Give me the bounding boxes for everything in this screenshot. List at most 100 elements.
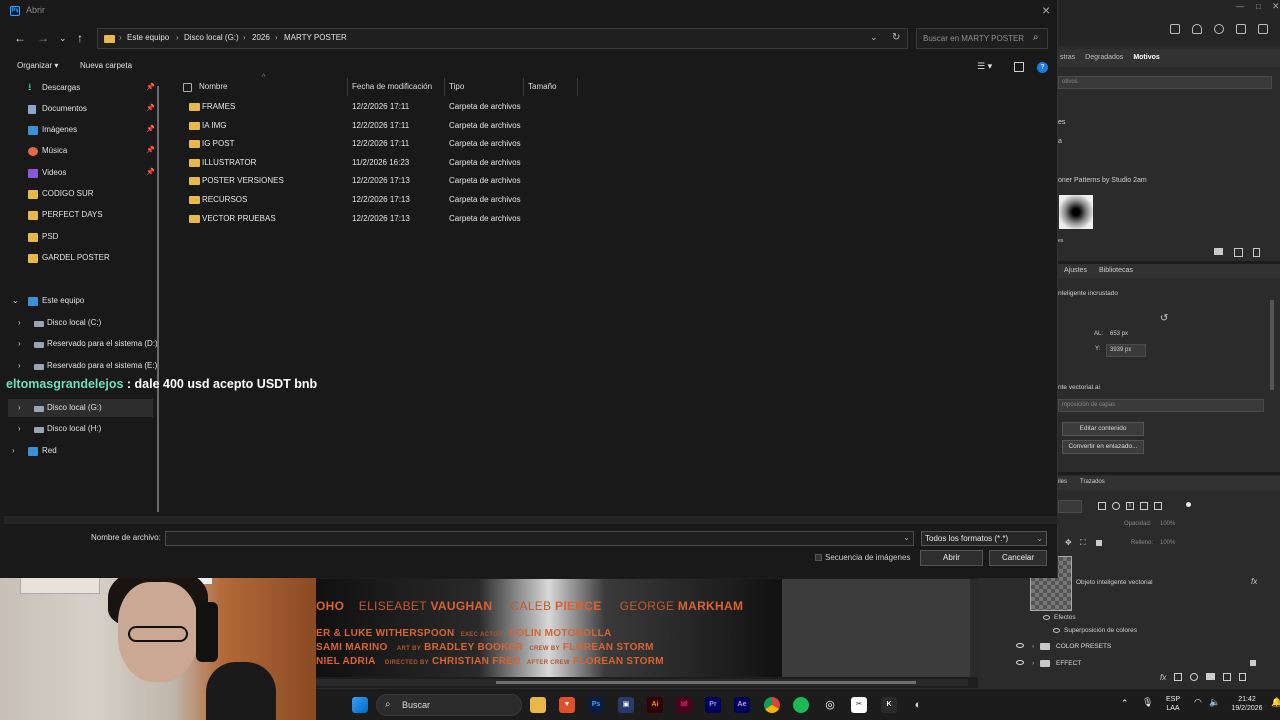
sidebar-scrollbar[interactable] (157, 86, 159, 512)
maximize-icon[interactable]: □ (1256, 2, 1261, 11)
select-all-checkbox[interactable] (183, 83, 192, 92)
sidebar-item-this-pc[interactable]: ⌄ Este equipo (8, 292, 158, 310)
open-button[interactable]: Abrir (920, 550, 983, 566)
breadcrumb-item[interactable]: 2026 (252, 33, 270, 42)
chevron-right-icon[interactable]: › (18, 314, 21, 332)
help-icon[interactable]: ? (1037, 62, 1048, 73)
lock-artboard-icon[interactable]: ⛶ (1080, 538, 1086, 548)
search-input[interactable]: Buscar en MARTY POSTER ⌕ (916, 28, 1048, 49)
column-divider[interactable] (347, 78, 348, 96)
lock-position-icon[interactable]: ✥ (1065, 538, 1072, 547)
smart-filter-icon[interactable] (1154, 502, 1162, 510)
eye-icon[interactable] (1016, 643, 1024, 648)
layer-filter-select[interactable] (1058, 500, 1082, 513)
sidebar-item-network[interactable]: › Red (8, 442, 158, 460)
sidebar-item-pictures[interactable]: Imágenes 📌 (28, 121, 158, 139)
after-effects-app-icon[interactable]: Ae (734, 697, 750, 713)
preview-pane-icon[interactable] (1014, 62, 1024, 72)
chrome-app-icon[interactable] (764, 697, 780, 713)
tray-chevron-icon[interactable]: ⌃ (1121, 699, 1129, 708)
tab-gradients[interactable]: Degradados (1085, 49, 1123, 67)
pixel-filter-icon[interactable] (1098, 502, 1106, 510)
layer-group-row[interactable]: › COLOR PRESETS (1010, 638, 1280, 655)
tab-libraries[interactable]: Bibliotecas (1099, 267, 1133, 274)
convert-linked-button[interactable]: Convertir en enlazado... (1062, 440, 1144, 454)
color-overlay-effect[interactable]: Superposición de colores (1064, 627, 1137, 634)
add-mask-icon[interactable] (1174, 673, 1183, 681)
new-group-icon[interactable] (1206, 673, 1216, 680)
fill-value[interactable]: 100% (1160, 540, 1175, 546)
pattern-thumbnail[interactable] (1059, 195, 1093, 229)
properties-scrollbar[interactable] (1270, 300, 1274, 390)
clock[interactable]: 21:42 19/2/2026 (1228, 695, 1266, 713)
language-indicator[interactable]: ESP LAA (1162, 695, 1184, 713)
eye-icon[interactable] (1053, 628, 1060, 633)
shape-filter-icon[interactable] (1140, 502, 1148, 510)
file-row[interactable]: IG POST 12/2/2026 17:11 Carpeta de archi… (166, 135, 586, 153)
pattern-set-title[interactable]: oner Patterns by Studio 2am (1058, 177, 1147, 184)
file-type-filter[interactable]: Todos los formatos (*.*) ⌄ (921, 531, 1047, 546)
adjustment-layer-icon[interactable] (1190, 673, 1199, 681)
sidebar-item-drive-selected[interactable]: › Disco local (G:) (8, 399, 153, 417)
sidebar-item-music[interactable]: Música 📌 (28, 142, 158, 160)
column-divider[interactable] (523, 78, 524, 96)
chevron-right-icon[interactable]: › (12, 442, 15, 460)
reset-transform-icon[interactable]: ↺ (1160, 313, 1168, 324)
panel-icon[interactable] (1258, 24, 1268, 34)
capcut-app-icon[interactable]: ✂ (851, 697, 867, 713)
sidebar-item-folder[interactable]: PERFECT DAYS (28, 206, 158, 224)
filter-toggle-icon[interactable] (1186, 502, 1191, 507)
layer-name[interactable]: Objeto inteligente vectorial (1076, 579, 1153, 586)
sidebar-item-videos[interactable]: Videos 📌 (28, 164, 158, 182)
column-header-name[interactable]: Nombre (199, 78, 227, 96)
column-divider[interactable] (577, 78, 578, 96)
sidebar-item-downloads[interactable]: ⭳ Descargas 📌 (28, 79, 158, 97)
chevron-right-icon[interactable]: › (18, 420, 21, 438)
app-icon[interactable]: ◐ (910, 697, 926, 713)
trash-icon[interactable] (1253, 248, 1260, 257)
canvas-vscrollbar[interactable] (970, 579, 978, 677)
chevron-down-icon[interactable]: ⌄ (870, 32, 878, 43)
share-icon[interactable] (1170, 24, 1180, 34)
chevron-right-icon[interactable]: › (18, 399, 21, 417)
chevron-right-icon[interactable]: › (1032, 638, 1034, 655)
pin-icon[interactable]: 📌 (146, 142, 155, 160)
spotify-app-icon[interactable] (793, 697, 809, 713)
volume-icon[interactable]: 🔈 (1209, 698, 1220, 707)
lock-all-icon[interactable] (1096, 540, 1102, 546)
trash-icon[interactable] (1239, 673, 1247, 681)
fx-icon[interactable]: fx (1251, 577, 1257, 586)
pin-icon[interactable]: 📌 (146, 79, 155, 97)
new-pattern-icon[interactable] (1234, 248, 1243, 257)
up-icon[interactable]: ↑ (77, 31, 83, 45)
photos-app-icon[interactable]: ▣ (618, 697, 634, 713)
scroll-thumb[interactable] (496, 681, 916, 684)
layer-comp-select[interactable]: mposición de capas (1058, 399, 1264, 412)
brave-browser-icon[interactable]: ▼ (559, 697, 575, 713)
sidebar-item-folder[interactable]: PSD (28, 228, 158, 246)
workspace-icon[interactable] (1236, 24, 1246, 34)
address-bar[interactable]: › Este equipo › Disco local (G:) › 2026 … (97, 28, 908, 49)
illustrator-app-icon[interactable]: Ai (647, 697, 663, 713)
filename-input[interactable]: ⌄ (165, 531, 914, 546)
canvas-poster-preview[interactable]: OHO ELISEABET VAUGHAN CALEB PIERCE GEORG… (316, 579, 782, 677)
photoshop-app-icon[interactable]: Ps (588, 697, 604, 713)
sidebar-item-drive[interactable]: › Reservado para el sistema (D:) (8, 335, 158, 353)
pin-icon[interactable]: 📌 (146, 100, 155, 118)
adjustment-filter-icon[interactable] (1112, 502, 1120, 510)
recent-dropdown-icon[interactable]: ⌄ (59, 33, 67, 44)
checkbox-box[interactable] (815, 554, 822, 562)
file-row[interactable]: ILLUSTRATOR 11/2/2026 16:23 Carpeta de a… (166, 154, 586, 172)
patterns-search-input[interactable]: otivos (1058, 76, 1272, 89)
chevron-right-icon[interactable]: › (18, 335, 21, 353)
chevron-down-icon[interactable]: ⌄ (1036, 532, 1043, 545)
column-header-size[interactable]: Tamaño (528, 78, 556, 96)
file-row[interactable]: POSTER VERSIONES 12/2/2026 17:13 Carpeta… (166, 172, 586, 190)
close-icon[interactable]: × (1042, 2, 1050, 18)
image-sequence-checkbox[interactable]: Secuencia de imágenes (815, 553, 910, 562)
chevron-right-icon[interactable]: › (1032, 655, 1034, 672)
chevron-down-icon[interactable]: ⌄ (12, 292, 19, 310)
breadcrumb-item[interactable]: Disco local (G:) (184, 33, 239, 42)
windows-start-icon[interactable] (352, 697, 368, 713)
indesign-app-icon[interactable]: Id (676, 697, 692, 713)
